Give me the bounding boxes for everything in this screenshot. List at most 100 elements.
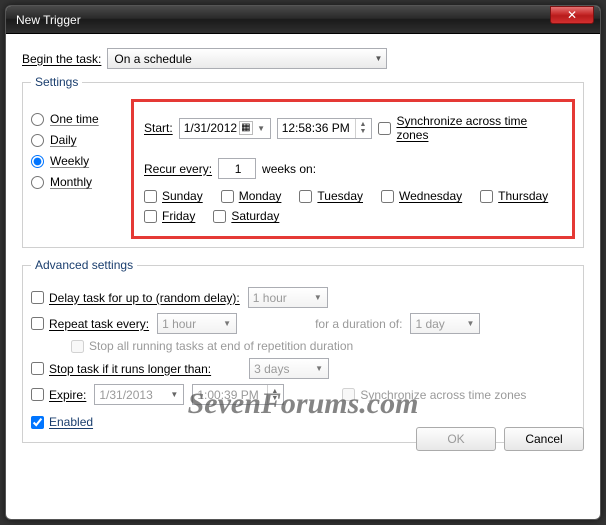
day-saturday[interactable]: Saturday	[213, 209, 279, 223]
start-date-picker[interactable]: 1/31/2012 ▦ ▼	[179, 118, 271, 139]
calendar-icon: ▦	[239, 121, 252, 135]
radio-monthly-input[interactable]	[31, 176, 44, 189]
day-monday-input[interactable]	[221, 190, 234, 203]
duration-value: 1 day	[415, 317, 444, 331]
radio-one-time-input[interactable]	[31, 113, 44, 126]
repeat-checkbox-input[interactable]	[31, 317, 44, 330]
chevron-down-icon: ▼	[220, 319, 234, 328]
day-wednesday[interactable]: Wednesday	[381, 189, 462, 203]
day-friday[interactable]: Friday	[144, 209, 195, 223]
expire-sync-checkbox: Synchronize across time zones	[342, 388, 526, 402]
advanced-group: Advanced settings Delay task for up to (…	[22, 258, 584, 443]
radio-daily[interactable]: Daily	[31, 133, 121, 147]
stop-if-combo[interactable]: 3 days ▼	[249, 358, 329, 379]
start-date-value: 1/31/2012	[184, 121, 237, 135]
delay-combo[interactable]: 1 hour ▼	[248, 287, 328, 308]
day-wednesday-input[interactable]	[381, 190, 394, 203]
cancel-button[interactable]: Cancel	[504, 427, 584, 451]
day-tuesday-label: Tuesday	[317, 189, 363, 203]
expire-date-picker[interactable]: 1/31/2013 ▼	[94, 384, 184, 405]
radio-one-time-label: One time	[50, 112, 99, 126]
radio-weekly-input[interactable]	[31, 155, 44, 168]
recur-label-pre: Recur every:	[144, 162, 212, 176]
radio-weekly-label: Weekly	[50, 154, 89, 168]
repeat-value: 1 hour	[162, 317, 196, 331]
begin-row: Begin the task: On a schedule ▼	[22, 48, 584, 69]
enabled-checkbox[interactable]: Enabled	[31, 415, 93, 429]
start-time-picker[interactable]: 12:58:36 PM ▲▼	[277, 118, 373, 139]
delay-checkbox[interactable]: Delay task for up to (random delay):	[31, 291, 240, 305]
radio-weekly[interactable]: Weekly	[31, 154, 121, 168]
expire-checkbox-input[interactable]	[31, 388, 44, 401]
schedule-radios: One time Daily Weekly Monthly	[31, 99, 121, 239]
start-label: Start:	[144, 121, 173, 135]
delay-value: 1 hour	[253, 291, 287, 305]
delay-label: Delay task for up to (random delay):	[49, 291, 240, 305]
settings-legend: Settings	[31, 75, 82, 89]
cancel-label: Cancel	[525, 432, 562, 446]
chevron-down-icon: ▼	[255, 119, 268, 138]
sync-checkbox[interactable]: Synchronize across time zones	[378, 114, 562, 142]
day-friday-input[interactable]	[144, 210, 157, 223]
repeat-checkbox[interactable]: Repeat task every:	[31, 317, 149, 331]
expire-time-value: 1:00:39 PM	[197, 388, 258, 402]
begin-task-value: On a schedule	[114, 52, 191, 66]
enabled-label: Enabled	[49, 415, 93, 429]
day-sunday-input[interactable]	[144, 190, 157, 203]
window-title: New Trigger	[16, 13, 550, 27]
spinner-icon: ▲▼	[355, 119, 369, 138]
recur-label-post: weeks on:	[262, 162, 316, 176]
repeat-label: Repeat task every:	[49, 317, 149, 331]
day-tuesday[interactable]: Tuesday	[299, 189, 363, 203]
delay-checkbox-input[interactable]	[31, 291, 44, 304]
stop-if-checkbox-input[interactable]	[31, 362, 44, 375]
radio-daily-input[interactable]	[31, 134, 44, 147]
dialog-window: New Trigger ✕ Begin the task: On a sched…	[5, 5, 601, 520]
radio-monthly-label: Monthly	[50, 175, 92, 189]
recur-value-input[interactable]: 1	[218, 158, 256, 179]
stop-if-value: 3 days	[254, 362, 289, 376]
settings-group: Settings One time Daily Weekly Monthly S…	[22, 75, 584, 248]
stop-if-label: Stop task if it runs longer than:	[49, 362, 211, 376]
expire-checkbox[interactable]: Expire:	[31, 388, 86, 402]
sync-checkbox-input[interactable]	[378, 122, 391, 135]
day-sunday-label: Sunday	[162, 189, 203, 203]
day-saturday-input[interactable]	[213, 210, 226, 223]
expire-time-picker[interactable]: 1:00:39 PM ▲▼	[192, 384, 284, 405]
close-button[interactable]: ✕	[550, 6, 594, 24]
chevron-down-icon: ▼	[167, 385, 181, 404]
dialog-buttons: OK Cancel	[416, 427, 584, 451]
chevron-down-icon: ▼	[312, 364, 326, 373]
radio-monthly[interactable]: Monthly	[31, 175, 121, 189]
day-saturday-label: Saturday	[231, 209, 279, 223]
days-group: Sunday Monday Tuesday Wednesday Thursday…	[144, 189, 562, 223]
stop-all-label: Stop all running tasks at end of repetit…	[89, 339, 353, 353]
chevron-down-icon: ▼	[311, 293, 325, 302]
duration-label: for a duration of:	[315, 317, 402, 331]
day-thursday-label: Thursday	[498, 189, 548, 203]
close-icon: ✕	[567, 8, 577, 22]
day-thursday[interactable]: Thursday	[480, 189, 548, 203]
stop-if-checkbox[interactable]: Stop task if it runs longer than:	[31, 362, 211, 376]
day-tuesday-input[interactable]	[299, 190, 312, 203]
repeat-combo[interactable]: 1 hour ▼	[157, 313, 237, 334]
day-monday[interactable]: Monday	[221, 189, 282, 203]
enabled-checkbox-input[interactable]	[31, 416, 44, 429]
dialog-content: Begin the task: On a schedule ▼ Settings…	[6, 34, 600, 463]
day-wednesday-label: Wednesday	[399, 189, 462, 203]
day-thursday-input[interactable]	[480, 190, 493, 203]
duration-combo[interactable]: 1 day▼	[410, 313, 480, 334]
ok-button[interactable]: OK	[416, 427, 496, 451]
day-monday-label: Monday	[239, 189, 282, 203]
radio-daily-label: Daily	[50, 133, 77, 147]
advanced-legend: Advanced settings	[31, 258, 137, 272]
titlebar: New Trigger ✕	[6, 6, 600, 34]
start-time-value: 12:58:36 PM	[282, 121, 350, 135]
stop-all-checkbox-input	[71, 340, 84, 353]
ok-label: OK	[447, 432, 464, 446]
chevron-down-icon: ▼	[374, 54, 382, 63]
begin-task-dropdown[interactable]: On a schedule ▼	[107, 48, 387, 69]
day-sunday[interactable]: Sunday	[144, 189, 203, 203]
radio-one-time[interactable]: One time	[31, 112, 121, 126]
sync-label: Synchronize across time zones	[396, 114, 562, 142]
